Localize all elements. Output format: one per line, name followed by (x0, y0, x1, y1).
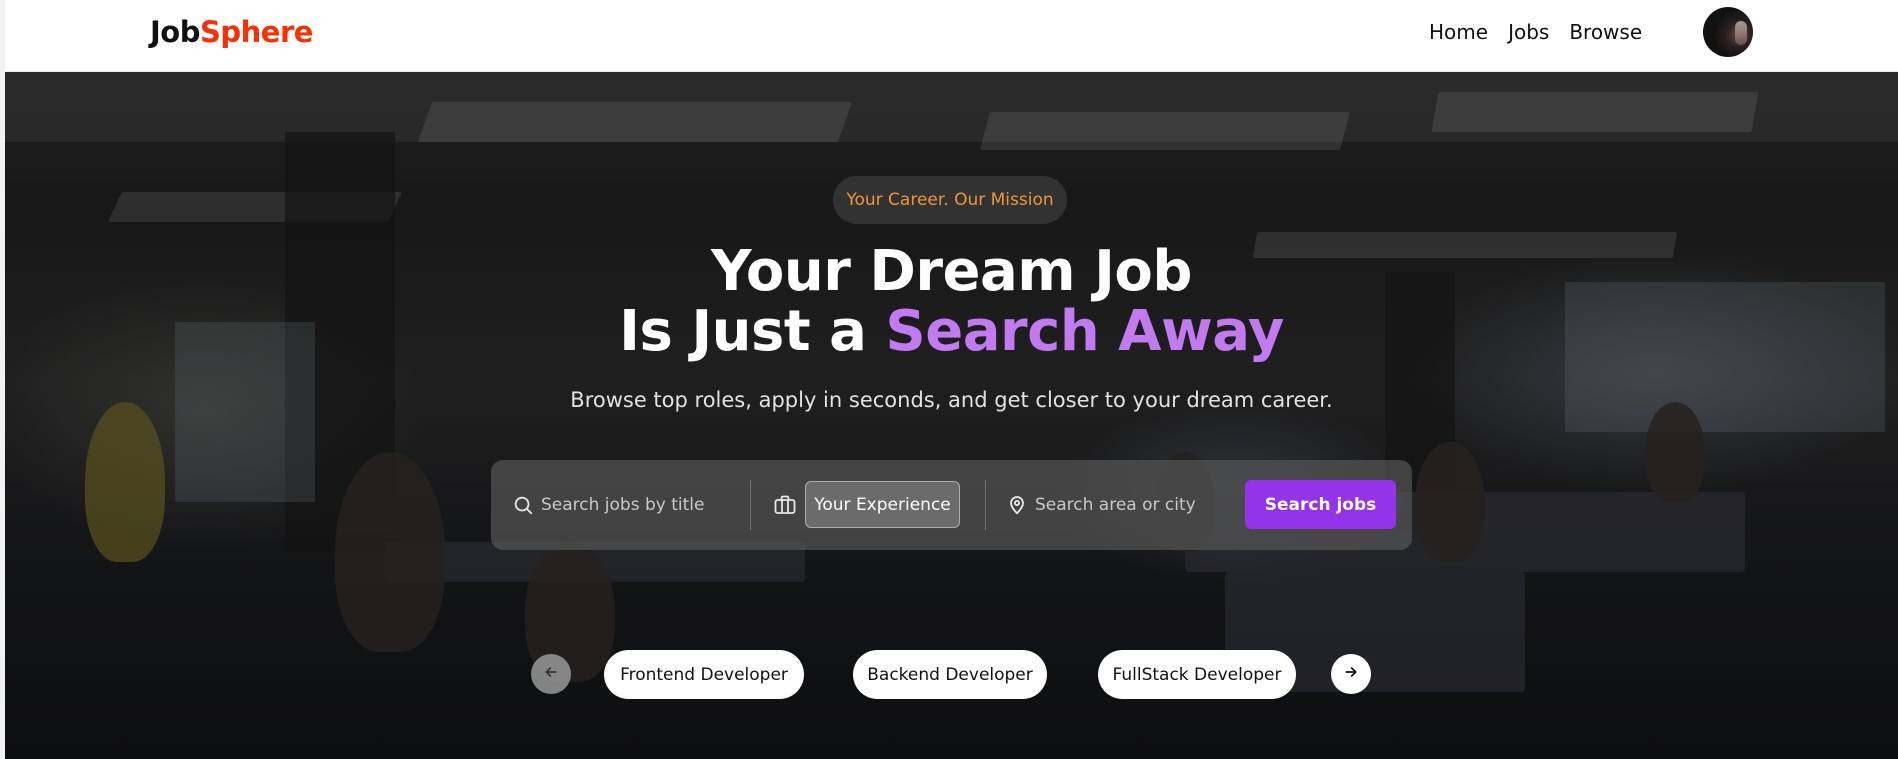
logo[interactable]: JobSphere (150, 15, 313, 49)
hero-section: Your Career. Our Mission Your Dream Job … (5, 72, 1898, 759)
headline-line-2: Is Just a Search Away (5, 302, 1898, 362)
headline-accent: Search Away (885, 299, 1284, 364)
briefcase-icon (773, 493, 797, 522)
headline-line-2-prefix: Is Just a (619, 299, 886, 364)
hero-headline: Your Dream Job Is Just a Search Away (5, 242, 1898, 362)
nav-link-jobs[interactable]: Jobs (1508, 20, 1549, 44)
nav-link-home[interactable]: Home (1429, 20, 1488, 44)
logo-part-sphere: Sphere (199, 15, 313, 49)
search-icon (512, 494, 534, 521)
category-chip-fullstack[interactable]: FullStack Developer (1098, 650, 1296, 699)
map-pin-icon (1006, 493, 1028, 522)
carousel-prev-button[interactable] (531, 654, 571, 694)
category-chip-backend[interactable]: Backend Developer (853, 650, 1047, 699)
user-avatar[interactable] (1703, 7, 1753, 57)
job-title-search-input[interactable] (541, 484, 731, 526)
navbar: JobSphere Home Jobs Browse (5, 0, 1898, 72)
nav-link-browse[interactable]: Browse (1569, 20, 1642, 44)
carousel-next-button[interactable] (1331, 654, 1371, 694)
category-chip-frontend[interactable]: Frontend Developer (604, 650, 804, 699)
location-search-input[interactable] (1035, 484, 1235, 526)
arrow-right-icon (1343, 664, 1359, 685)
headline-line-1: Your Dream Job (711, 239, 1192, 304)
logo-part-job: Job (150, 15, 200, 49)
search-jobs-button[interactable]: Search jobs (1245, 480, 1396, 529)
nav-links: Home Jobs Browse (1429, 20, 1642, 44)
search-divider-1 (750, 480, 751, 530)
search-divider-2 (985, 480, 986, 530)
experience-select[interactable]: Your Experience (805, 481, 960, 528)
job-search-bar: Your Experience Search jobs (491, 460, 1412, 550)
arrow-left-icon (543, 664, 559, 685)
hero-subtitle: Browse top roles, apply in seconds, and … (570, 388, 1333, 412)
hero-badge: Your Career. Our Mission (833, 176, 1067, 224)
